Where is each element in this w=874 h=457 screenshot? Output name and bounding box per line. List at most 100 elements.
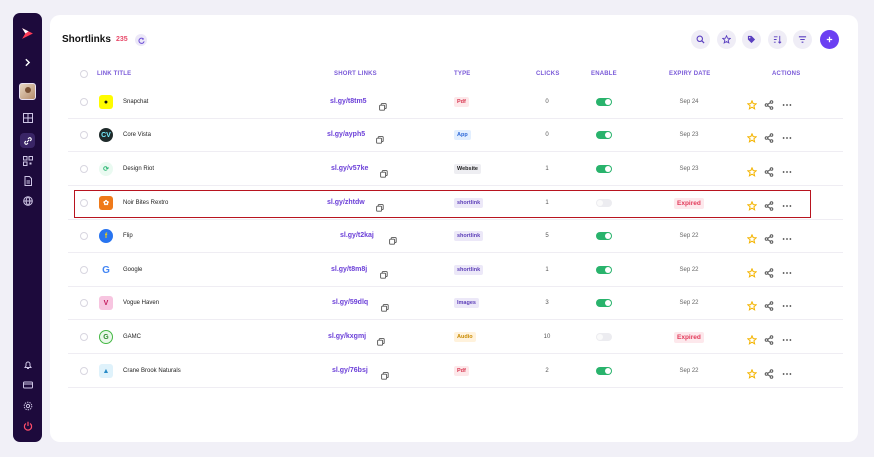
search-button[interactable] [691, 30, 710, 49]
row-checkbox[interactable] [80, 367, 88, 375]
expand-sidebar-icon[interactable] [22, 57, 33, 68]
enable-toggle[interactable] [596, 333, 612, 341]
short-link[interactable]: sl.gy/v57ke [331, 165, 368, 172]
row-checkbox[interactable] [80, 232, 88, 240]
favorite-star-icon[interactable] [746, 130, 758, 143]
enable-toggle[interactable] [596, 131, 612, 139]
bell-icon[interactable] [20, 357, 35, 372]
link-title[interactable]: Vogue Haven [123, 300, 159, 306]
refresh-button[interactable] [135, 34, 147, 46]
plus-icon [826, 36, 833, 43]
enable-toggle[interactable] [596, 165, 612, 173]
link-title[interactable]: Google [123, 267, 142, 273]
share-icon[interactable] [764, 298, 774, 311]
more-options-icon[interactable] [782, 332, 792, 342]
column-header-enable[interactable]: ENABLE [591, 71, 617, 77]
select-all-checkbox[interactable] [80, 70, 88, 78]
column-header-type[interactable]: TYPE [454, 71, 470, 77]
share-icon[interactable] [764, 130, 774, 143]
click-count: 3 [545, 300, 549, 306]
enable-toggle[interactable] [596, 367, 612, 375]
crane-brook-icon: ▲ [99, 364, 113, 378]
type-badge: shortlink [454, 265, 484, 275]
tags-button[interactable] [742, 30, 761, 49]
favorite-star-icon[interactable] [746, 97, 758, 110]
copy-icon[interactable] [380, 165, 388, 178]
share-icon[interactable] [764, 97, 774, 110]
page-title: Shortlinks [62, 34, 111, 45]
enable-toggle[interactable] [596, 232, 612, 240]
favorite-star-icon[interactable] [746, 366, 758, 379]
sort-button[interactable] [768, 30, 787, 49]
link-icon[interactable] [20, 133, 35, 148]
link-title[interactable]: Design Riot [123, 166, 154, 172]
copy-icon[interactable] [376, 131, 384, 144]
logout-power-icon[interactable] [20, 418, 35, 433]
billing-card-icon[interactable] [20, 377, 35, 392]
filter-button[interactable] [793, 30, 812, 49]
more-options-icon[interactable] [782, 97, 792, 107]
favorites-button[interactable] [717, 30, 736, 49]
column-header-expiry[interactable]: EXPIRY DATE [669, 71, 710, 77]
short-link[interactable]: sl.gy/t2kaj [340, 232, 374, 239]
more-options-icon[interactable] [782, 366, 792, 376]
column-header-short-links[interactable]: SHORT LINKS [334, 71, 377, 77]
click-count: 10 [543, 334, 551, 340]
short-link[interactable]: sl.gy/kxgmj [328, 333, 366, 340]
more-options-icon[interactable] [782, 231, 792, 241]
share-icon[interactable] [764, 231, 774, 244]
link-title[interactable]: Core Vista [123, 132, 151, 138]
column-header-title[interactable]: LINK TITLE [97, 71, 131, 77]
more-options-icon[interactable] [782, 164, 792, 174]
row-checkbox[interactable] [80, 98, 88, 106]
refresh-icon [137, 37, 145, 44]
favorite-star-icon[interactable] [746, 332, 758, 345]
share-icon[interactable] [764, 366, 774, 379]
row-checkbox[interactable] [80, 165, 88, 173]
share-icon[interactable] [764, 164, 774, 177]
short-link[interactable]: sl.gy/ayph5 [327, 131, 365, 138]
filter-icon [798, 36, 807, 43]
copy-icon[interactable] [389, 232, 397, 245]
row-checkbox[interactable] [80, 266, 88, 274]
favorite-star-icon[interactable] [746, 298, 758, 311]
app-logo-icon[interactable] [21, 27, 34, 40]
share-icon[interactable] [764, 265, 774, 278]
favorite-star-icon[interactable] [746, 265, 758, 278]
selected-row-highlight [74, 190, 811, 218]
dashboard-icon[interactable] [20, 110, 35, 125]
row-checkbox[interactable] [80, 299, 88, 307]
copy-icon[interactable] [381, 367, 389, 380]
enable-toggle[interactable] [596, 98, 612, 106]
short-link[interactable]: sl.gy/t8m8j [331, 266, 367, 273]
column-header-clicks[interactable]: CLICKS [536, 71, 560, 77]
copy-icon[interactable] [381, 299, 389, 312]
link-title[interactable]: Crane Brook Naturals [123, 368, 181, 374]
favorite-star-icon[interactable] [746, 231, 758, 244]
link-title[interactable]: GAMC [123, 334, 141, 340]
copy-icon[interactable] [377, 333, 385, 346]
globe-icon[interactable] [20, 193, 35, 208]
document-icon[interactable] [20, 173, 35, 188]
enable-toggle[interactable] [596, 299, 612, 307]
avatar[interactable] [19, 83, 36, 100]
row-checkbox[interactable] [80, 333, 88, 341]
favorite-star-icon[interactable] [746, 164, 758, 177]
short-link[interactable]: sl.gy/76bsj [332, 367, 368, 374]
short-link[interactable]: sl.gy/t8tm5 [330, 98, 367, 105]
qr-code-icon[interactable] [20, 153, 35, 168]
row-divider [68, 151, 843, 152]
row-checkbox[interactable] [80, 131, 88, 139]
copy-icon[interactable] [379, 98, 387, 111]
settings-gear-icon[interactable] [20, 398, 35, 413]
link-title[interactable]: Snapchat [123, 99, 148, 105]
more-options-icon[interactable] [782, 298, 792, 308]
copy-icon[interactable] [380, 266, 388, 279]
share-icon[interactable] [764, 332, 774, 345]
more-options-icon[interactable] [782, 265, 792, 275]
link-title[interactable]: Flip [123, 233, 133, 239]
enable-toggle[interactable] [596, 266, 612, 274]
more-options-icon[interactable] [782, 130, 792, 140]
short-link[interactable]: sl.gy/59dlq [332, 299, 368, 306]
add-link-button[interactable] [820, 30, 839, 49]
